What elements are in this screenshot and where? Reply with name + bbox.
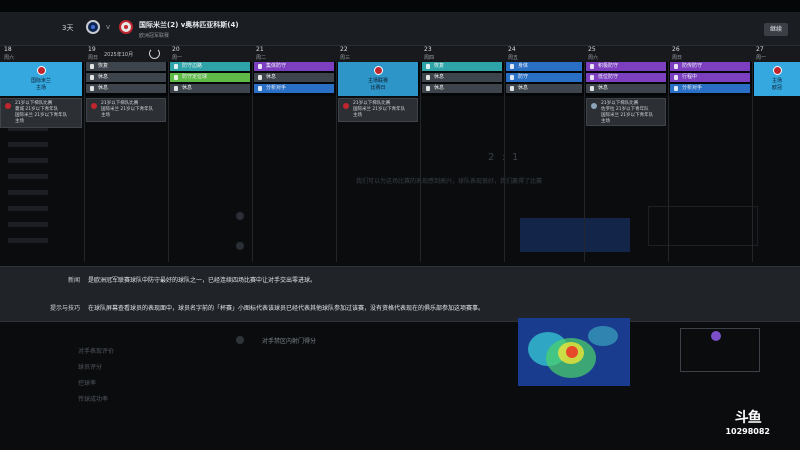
tips-text: 在球队屏幕查看球员的表现面中，球员名字前的「杯赛」小图标代表该球员已经代表其他球…	[88, 305, 485, 312]
day-header-27[interactable]: 27 周一	[752, 46, 800, 62]
day-header-22[interactable]: 22 周三	[336, 46, 420, 62]
feed-item: 对手表现评价	[78, 348, 115, 355]
match-day-22[interactable]: 主场联赛 比赛日	[338, 62, 418, 96]
stream-watermark: 斗鱼 10298082	[725, 407, 770, 436]
u21-fixture-popup[interactable]: 21岁以下梯队比赛 国际米兰 21岁以下青年队 主场	[86, 98, 166, 122]
session-defend-wide[interactable]: 防守边路	[170, 62, 250, 71]
shot-map	[680, 328, 760, 372]
session-analyse-opponent[interactable]: 分析对手	[670, 84, 750, 93]
score-right: 1	[512, 152, 519, 163]
feed-item: 球员评分	[78, 364, 103, 371]
match-header: 3天 v 国际米兰(2) v奥林匹亚科斯(4) 欧洲冠军联赛 继续	[0, 12, 800, 46]
session-low-block[interactable]: 低位防守	[586, 73, 666, 82]
session-defending[interactable]: 防守	[506, 73, 582, 82]
session-team-defend[interactable]: 集体防守	[254, 62, 334, 71]
day-header-18[interactable]: 18 周六	[0, 46, 84, 62]
session-recovery[interactable]: 恢复	[422, 62, 502, 71]
day-header-26[interactable]: 26 周日	[668, 46, 752, 62]
session-rest[interactable]: 休息	[170, 84, 250, 93]
session-defend-cross[interactable]: 防传防守	[670, 62, 750, 71]
match-day-18[interactable]: 国际米兰 主场	[0, 62, 82, 96]
session-analyse-opponent[interactable]: 分析对手	[254, 84, 334, 93]
stat-label: 对手禁区内射门得分	[262, 338, 317, 345]
tips-label: 提示与技巧	[49, 305, 80, 312]
opponent-crest-icon	[374, 66, 383, 75]
heatmap	[518, 318, 630, 386]
session-recovery[interactable]: 恢复	[86, 62, 166, 71]
feed-item: 控球率	[78, 380, 97, 387]
session-rest[interactable]: 休息	[506, 84, 582, 93]
room-id: 10298082	[725, 427, 770, 436]
news-label: 新闻	[67, 277, 80, 284]
session-physical[interactable]: 身体	[506, 62, 582, 71]
olympiacos-crest-icon	[119, 20, 133, 34]
u21-fixture-popup[interactable]: 21岁以下梯队比赛 曼城 21岁以下青年队 国际米兰 21岁以下青年队 主场	[0, 98, 82, 128]
competition-name: 欧洲冠军联赛	[139, 33, 170, 39]
calendar-strip: 18 周六 19 周日 2025年10月 20 周一 21 周二 22 周三 23 周四 2…	[0, 46, 800, 62]
team-crest-icon	[773, 66, 782, 75]
club-crest-icon	[5, 103, 11, 109]
session-rest[interactable]: 休息	[422, 84, 502, 93]
team-crest-icon	[37, 66, 46, 75]
session-rest[interactable]: 休息	[254, 73, 334, 82]
douyu-logo: 斗鱼	[734, 410, 762, 426]
u21-fixture-popup[interactable]: 21岁以下梯队比赛 佐罗拉 21岁以下青年队 国际米兰 21岁以下青年队 主场	[586, 98, 666, 126]
session-defend-setpieces[interactable]: 防守定位球	[170, 73, 250, 82]
feed-item: 传球成功率	[78, 396, 109, 403]
vs-label: v	[106, 23, 111, 31]
session-rest[interactable]: 休息	[86, 73, 166, 82]
session-press[interactable]: 积极防守	[586, 62, 666, 71]
club-crest-icon	[591, 103, 597, 109]
session-travel[interactable]: 行程中	[670, 73, 750, 82]
days-to-match: 3天	[62, 24, 74, 32]
session-rest[interactable]: 休息	[86, 84, 166, 93]
month-label: 2025年10月	[104, 52, 134, 58]
day-header-20[interactable]: 20 周一	[168, 46, 252, 62]
news-text: 是欧洲冠军联赛球队中防守最好的球队之一，已经连续四场比赛中让对手交出零进球。	[88, 277, 317, 284]
u21-fixture-popup[interactable]: 21岁以下梯队比赛 国际米兰 21岁以下青年队 主场	[338, 98, 418, 122]
club-crest-icon	[91, 103, 97, 109]
game-screen: 3天 v 国际米兰(2) v奥林匹亚科斯(4) 欧洲冠军联赛 继续 18 周六 1…	[0, 0, 800, 450]
day-header-21[interactable]: 21 周二	[252, 46, 336, 62]
session-rest[interactable]: 休息	[422, 73, 502, 82]
report-summary: 我们可以为这场比赛的表现感到高兴，球队表现很好，我们赢得了比赛	[356, 178, 543, 185]
loading-spinner-icon	[149, 48, 160, 59]
match-title[interactable]: 国际米兰(2) v奥林匹亚科斯(4)	[139, 20, 239, 30]
continue-button[interactable]: 继续	[764, 23, 788, 36]
match-day-27[interactable]: 主场 欧冠	[754, 62, 800, 96]
score-left: 2	[488, 152, 495, 163]
info-panel: 新闻 是欧洲冠军联赛球队中防守最好的球队之一，已经连续四场比赛中让对手交出零进球…	[0, 266, 800, 322]
day-header-24[interactable]: 24 周五	[504, 46, 584, 62]
day-header-23[interactable]: 23 周四	[420, 46, 504, 62]
inter-crest-icon	[86, 20, 100, 34]
day-header-25[interactable]: 25 周六	[584, 46, 668, 62]
session-rest[interactable]: 休息	[586, 84, 666, 93]
club-crest-icon	[343, 103, 349, 109]
